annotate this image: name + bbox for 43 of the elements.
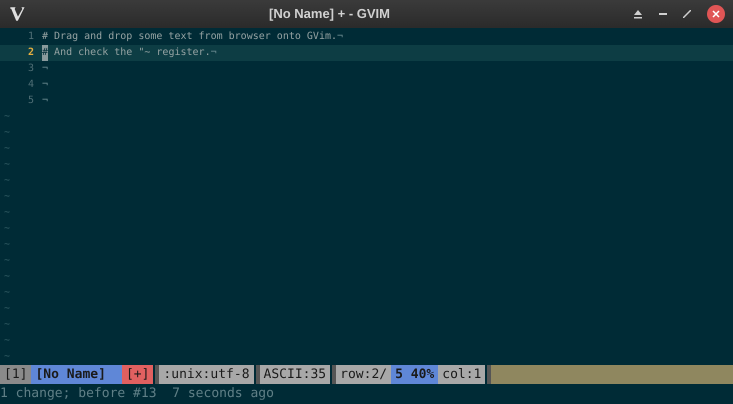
keep-above-icon[interactable]	[633, 9, 643, 19]
end-of-line-mark: ¬	[42, 78, 48, 92]
text-cursor: #	[42, 45, 48, 61]
close-icon[interactable]	[707, 5, 725, 23]
empty-line-tilde: ~	[3, 270, 10, 284]
empty-line-tilde: ~	[3, 110, 10, 124]
status-segment: 5 40%	[391, 365, 438, 384]
empty-line-tilde: ~	[3, 254, 10, 268]
empty-line-tilde: ~	[3, 190, 10, 204]
status-segment: row:2/	[332, 365, 392, 384]
end-of-line-mark: ¬	[42, 94, 48, 108]
code-line: # Drag and drop some text from browser onto GVim.	[42, 30, 338, 44]
message-line: 1 change; before #13 7 seconds ago	[0, 386, 274, 401]
status-segment: :unix:utf-8	[155, 365, 254, 384]
vim-logo-icon	[8, 5, 26, 23]
empty-line-tilde: ~	[3, 206, 10, 220]
code-line: And check the "~ register.	[53, 46, 211, 60]
line-number: 1	[26, 30, 35, 44]
empty-line-tilde: ~	[3, 222, 10, 236]
empty-line-tilde: ~	[3, 174, 10, 188]
status-segment: [+]	[122, 365, 154, 384]
end-of-line-mark: ¬	[210, 46, 217, 60]
status-segment: ASCII:35	[256, 365, 330, 384]
empty-line-tilde: ~	[3, 286, 10, 300]
empty-line-tilde: ~	[3, 318, 10, 332]
line-number: 3	[26, 62, 35, 76]
line-number: 2	[26, 46, 35, 60]
empty-line-tilde: ~	[3, 238, 10, 252]
end-of-line-mark: ¬	[337, 30, 344, 44]
window-title: [No Name] + - GVIM	[269, 5, 390, 24]
empty-line-tilde: ~	[3, 302, 10, 316]
line-number: 4	[26, 78, 35, 92]
empty-line-tilde: ~	[3, 334, 10, 348]
empty-line-tilde: ~	[3, 350, 10, 364]
status-segment: [1]	[0, 365, 32, 384]
status-segment: [No Name]	[31, 365, 110, 384]
minimize-icon[interactable]	[659, 12, 667, 16]
empty-line-tilde: ~	[3, 142, 10, 156]
end-of-line-mark: ¬	[42, 62, 48, 76]
line-number: 5	[26, 94, 35, 108]
empty-line-tilde: ~	[3, 126, 10, 140]
empty-line-tilde: ~	[3, 158, 10, 172]
status-segment: col:1	[438, 365, 486, 384]
